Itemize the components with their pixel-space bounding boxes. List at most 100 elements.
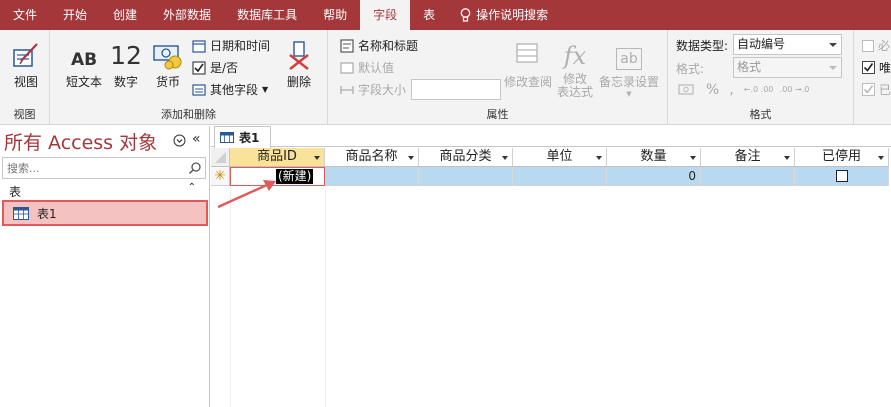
data-type-select[interactable]: 自动编号	[733, 34, 842, 55]
data-type-label: 数据类型:	[676, 39, 729, 53]
nav-collapse-icon[interactable]: «	[192, 131, 201, 147]
default-value-button[interactable]: 默认值	[340, 59, 394, 76]
datetime-button[interactable]: 日期和时间	[192, 37, 270, 54]
unique-checkbox[interactable]: 唯	[862, 59, 891, 76]
column-header-name[interactable]: 商品名称	[325, 148, 419, 167]
percent-format-button[interactable]: %	[706, 82, 719, 98]
memo-settings-label: 备忘录设置	[598, 75, 659, 89]
datasheet-grid: 商品ID 商品名称 商品分类 单位 数量 备注 已停用 ✳ (新建) 0	[211, 148, 891, 407]
currency-format-icon[interactable]	[678, 83, 696, 97]
column-header-category[interactable]: 商品分类	[419, 148, 513, 167]
group-view-label: 视图	[13, 108, 36, 121]
memo-settings-chevron-icon: ▼	[626, 90, 632, 98]
more-fields-button[interactable]: 其他字段 ▼	[192, 81, 268, 98]
tab-home[interactable]: 开始	[50, 0, 100, 30]
tell-me-search[interactable]: 操作说明搜索	[448, 0, 560, 30]
group-properties-label: 属性	[486, 108, 509, 121]
column-header-label: 商品ID	[257, 149, 297, 164]
increase-decimals-button[interactable]: ←.0 .00	[744, 86, 774, 94]
datetime-label: 日期和时间	[210, 39, 271, 53]
delete-button[interactable]: 删除	[282, 36, 316, 90]
cell-quantity[interactable]: 0	[607, 167, 701, 186]
default-value-icon	[340, 61, 354, 74]
group-properties: 名称和标题 默认值 字段大小 修改查阅 fx 修改 表达式 ab 备忘录设置 ▼…	[328, 30, 668, 125]
document-area: 表1 商品ID 商品名称 商品分类 单位 数量 备注 已停用 ✳ (新建) 0	[211, 126, 891, 407]
modify-expression-line2: 表达式	[556, 85, 593, 99]
select-all-corner[interactable]	[211, 148, 230, 167]
currency-label: 货币	[155, 75, 180, 89]
yesno-label: 是/否	[210, 61, 239, 75]
sort-dropdown-icon[interactable]	[408, 156, 414, 160]
column-header-notes[interactable]: 备注	[701, 148, 795, 167]
required-checkbox[interactable]: 必	[862, 37, 890, 54]
column-header-quantity[interactable]: 数量	[607, 148, 701, 167]
document-tab-label: 表1	[239, 131, 260, 145]
column-header-unit[interactable]: 单位	[513, 148, 607, 167]
nav-pane-title[interactable]: 所有 Access 对象	[4, 128, 157, 155]
sort-dropdown-icon[interactable]	[502, 156, 508, 160]
select-all-icon	[215, 152, 226, 163]
memo-settings-button[interactable]: ab 备忘录设置 ▼	[596, 36, 662, 98]
comma-format-button[interactable]: ,	[729, 82, 733, 98]
tab-external-data[interactable]: 外部数据	[150, 0, 224, 30]
chevron-down-icon: ▼	[262, 85, 269, 94]
discontinued-checkbox[interactable]	[836, 170, 848, 182]
name-caption-button[interactable]: 名称和标题	[340, 37, 418, 54]
tab-help[interactable]: 帮助	[310, 0, 360, 30]
currency-icon	[153, 45, 182, 70]
sort-dropdown-icon[interactable]	[878, 156, 884, 160]
sort-dropdown-icon[interactable]	[784, 156, 790, 160]
modify-expression-button[interactable]: fx 修改 表达式	[556, 36, 594, 99]
sort-dropdown-icon[interactable]	[596, 156, 602, 160]
nav-search-input[interactable]	[3, 158, 183, 178]
modify-lookup-label: 修改查阅	[503, 75, 552, 89]
modify-lookup-icon	[516, 43, 538, 63]
tab-fields[interactable]: 字段	[360, 0, 411, 30]
chevron-up-icon: ⌃	[187, 182, 196, 193]
cell-notes[interactable]	[701, 167, 795, 186]
short-text-button[interactable]: AB 短文本	[64, 36, 104, 90]
field-size-input[interactable]	[411, 79, 501, 100]
delete-label: 删除	[286, 75, 311, 89]
document-tab-table1[interactable]: 表1	[214, 126, 271, 148]
column-header-discontinued[interactable]: 已停用	[795, 148, 889, 167]
format-select[interactable]: 格式	[733, 57, 842, 78]
column-header-label: 数量	[640, 149, 667, 164]
checkbox-checked-icon	[862, 83, 875, 96]
required-checkbox-box	[862, 39, 874, 52]
number-button[interactable]: 12 数字	[108, 36, 144, 90]
nav-item-label: 表1	[37, 206, 57, 221]
cell-category[interactable]	[419, 167, 513, 186]
column-header-id[interactable]: 商品ID	[230, 148, 325, 167]
sort-dropdown-icon[interactable]	[690, 156, 696, 160]
indexed-checkbox[interactable]: 已	[862, 81, 891, 98]
yesno-button[interactable]: 是/否	[192, 59, 238, 76]
cell-name[interactable]	[325, 167, 419, 186]
ribbon-tab-bar: 文件 开始 创建 外部数据 数据库工具 帮助 字段 表 操作说明搜索	[0, 0, 891, 30]
navigation-pane: 所有 Access 对象 « 表 ⌃ 表1	[0, 126, 210, 407]
nav-item-table1[interactable]: 表1	[2, 200, 208, 226]
unique-label: 唯	[879, 61, 891, 75]
tab-file[interactable]: 文件	[0, 0, 50, 30]
tab-table[interactable]: 表	[410, 0, 448, 30]
chevron-down-icon	[829, 66, 837, 70]
modify-expression-label: 修改 表达式	[557, 73, 593, 99]
tab-create[interactable]: 创建	[100, 0, 150, 30]
column-header-label: 商品名称	[345, 149, 398, 164]
number-icon: 12	[110, 41, 142, 70]
sort-dropdown-icon[interactable]	[314, 156, 320, 160]
field-size-label: 字段大小	[358, 83, 407, 97]
delete-icon	[289, 41, 309, 70]
short-text-icon: AB	[70, 50, 98, 70]
decrease-decimals-button[interactable]: .00 →.0	[780, 86, 810, 94]
view-button[interactable]: 视图	[8, 36, 44, 90]
nav-section-tables[interactable]: 表 ⌃	[0, 182, 208, 199]
cell-discontinued[interactable]	[795, 167, 889, 186]
search-icon[interactable]	[188, 161, 202, 175]
tab-database-tools[interactable]: 数据库工具	[224, 0, 310, 30]
ribbon: 视图 视图 AB 短文本 12 数字 货币 日期和时间 是/否 其他字段 ▼ 删…	[0, 30, 891, 125]
modify-lookup-button[interactable]: 修改查阅	[502, 36, 554, 90]
nav-menu-icon[interactable]	[173, 134, 186, 147]
currency-button[interactable]: 货币	[150, 36, 186, 90]
cell-unit[interactable]	[513, 167, 607, 186]
